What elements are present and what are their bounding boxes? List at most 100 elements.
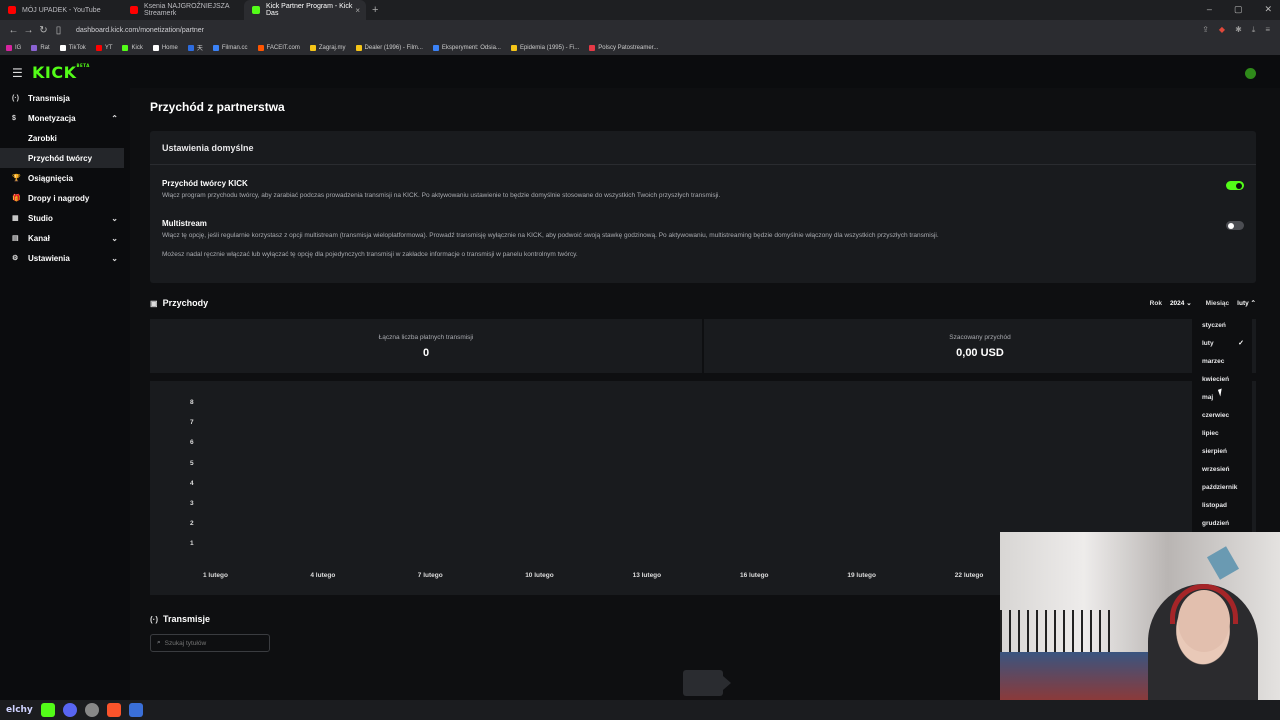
- bookmark-label: Zagraj.my: [318, 44, 346, 51]
- bookmark-item[interactable]: Polscy Patostreamer...: [589, 44, 658, 51]
- download-icon[interactable]: ⤓: [1252, 25, 1256, 35]
- month-option[interactable]: sierpień: [1192, 442, 1252, 460]
- avatar[interactable]: [1245, 68, 1256, 79]
- month-option[interactable]: kwiecień: [1192, 370, 1252, 388]
- back-icon[interactable]: ←: [6, 25, 21, 36]
- share-icon[interactable]: ⇪: [1202, 25, 1209, 35]
- month-option[interactable]: lipiec: [1192, 424, 1252, 442]
- browser-tab-youtube-2[interactable]: Ksenia NAJGROŹNIEJSZA Streamerk: [122, 0, 244, 20]
- bookmark-item[interactable]: IG: [6, 44, 22, 51]
- chevron-down-icon: ⌄: [111, 233, 118, 243]
- month-select[interactable]: luty ⌃: [1237, 299, 1256, 307]
- search-icon: ⌕: [157, 639, 161, 646]
- multistream-toggle[interactable]: [1226, 221, 1244, 230]
- hamburger-menu-icon[interactable]: ☰: [12, 66, 23, 80]
- sidebar-item-zarobki[interactable]: Zarobki: [0, 128, 130, 148]
- bookmark-item[interactable]: Zagraj.my: [309, 44, 346, 51]
- bookmark-label: IG: [15, 44, 22, 51]
- sidebar-item-dropy[interactable]: 🎁 Dropy i nagrody: [0, 188, 130, 208]
- streams-heading-label: Transmisje: [163, 614, 211, 624]
- address-bar[interactable]: dashboard.kick.com/monetization/partner: [76, 27, 204, 34]
- month-option[interactable]: styczeń: [1192, 316, 1252, 334]
- month-option[interactable]: grudzień: [1192, 514, 1252, 532]
- taskbar-logo[interactable]: elchy: [6, 705, 33, 715]
- creator-revenue-toggle[interactable]: [1226, 181, 1244, 190]
- stat-value: 0: [422, 346, 430, 359]
- sidebar-item-osiagniecia[interactable]: 🏆 Osiągnięcia: [0, 168, 130, 188]
- bookmark-favicon-icon: [122, 44, 129, 51]
- month-option[interactable]: luty ✓: [1192, 334, 1252, 352]
- bookmark-item[interactable]: FACEIT.com: [257, 44, 300, 51]
- bookmark-item[interactable]: Epidemia (1995) - Fi...: [510, 44, 580, 51]
- android-icon[interactable]: [40, 703, 55, 717]
- sidebar-item-label: Studio: [28, 213, 53, 223]
- browser-tab-youtube-1[interactable]: MÓJ UPADEK - YouTube: [0, 0, 122, 20]
- bookmark-favicon-icon: [187, 44, 194, 51]
- month-option[interactable]: listopad: [1192, 496, 1252, 514]
- bookmark-item[interactable]: YT: [95, 44, 112, 51]
- window-controls: – ▢ ✕: [1207, 4, 1272, 15]
- month-option[interactable]: czerwiec: [1192, 406, 1252, 424]
- bookmark-label: Epidemia (1995) - Fi...: [519, 44, 580, 51]
- bookmark-item[interactable]: TikTok: [59, 44, 86, 51]
- taskbar: elchy: [0, 700, 1280, 720]
- bookmark-label: FACEIT.com: [266, 44, 300, 51]
- minimize-icon[interactable]: –: [1207, 4, 1212, 15]
- bookmark-label: Eksperyment: Odsia...: [441, 44, 501, 51]
- brave-icon[interactable]: [106, 703, 121, 717]
- month-option-label: kwiecień: [1202, 375, 1230, 383]
- browser-tab-kick[interactable]: Kick Partner Program - Kick Das ×: [244, 0, 366, 20]
- stat-estimated-revenue: Szacowany przychód 0,00 USD: [704, 319, 1256, 373]
- forward-icon[interactable]: →: [21, 25, 36, 36]
- bookmark-item[interactable]: Filman.cc: [212, 44, 248, 51]
- bookmark-page-icon[interactable]: ▯: [51, 25, 66, 36]
- reload-icon[interactable]: ↻: [36, 25, 51, 36]
- discord-icon[interactable]: [62, 703, 77, 717]
- sidebar-item-przychod-tworcy[interactable]: Przychód twórcy: [0, 148, 124, 168]
- sidebar-item-monetyzacja[interactable]: $ Monetyzacja ⌃: [0, 108, 130, 128]
- extensions-icon[interactable]: ✱: [1235, 25, 1242, 35]
- bookmark-item[interactable]: 天: [187, 43, 203, 52]
- card-heading: Ustawienia domyślne: [150, 131, 1256, 165]
- streams-heading: (·) Transmisje: [150, 614, 210, 624]
- sidebar-item-kanal[interactable]: ▤ Kanał ⌄: [0, 228, 130, 248]
- revenue-heading: ▣ Przychody: [150, 298, 208, 308]
- month-value: luty: [1237, 300, 1249, 307]
- sidebar-item-transmisja[interactable]: (·) Transmisja: [0, 88, 130, 108]
- month-option[interactable]: marzec: [1192, 352, 1252, 370]
- month-label: Miesiąc: [1205, 299, 1230, 307]
- close-tab-icon[interactable]: ×: [355, 6, 360, 15]
- bookmark-favicon-icon: [152, 44, 159, 51]
- sidebar-item-ustawienia[interactable]: ⚙ Ustawienia ⌄: [0, 248, 130, 268]
- menu-icon[interactable]: ≡: [1265, 25, 1270, 35]
- bookmark-item[interactable]: Home: [152, 44, 178, 51]
- close-window-icon[interactable]: ✕: [1264, 4, 1272, 15]
- shield-icon[interactable]: ◆: [1219, 25, 1225, 35]
- month-option-label: maj: [1202, 393, 1214, 401]
- month-option-label: luty: [1202, 339, 1214, 347]
- month-option[interactable]: październik: [1192, 478, 1252, 496]
- new-tab-button[interactable]: +: [372, 4, 378, 16]
- x-tick-label: 13 lutego: [632, 572, 662, 579]
- sidebar: (·) Transmisja $ Monetyzacja ⌃ Zarobki P…: [0, 88, 130, 700]
- app-icon[interactable]: [128, 703, 143, 717]
- chrome-icon[interactable]: [84, 703, 99, 717]
- maximize-icon[interactable]: ▢: [1234, 4, 1243, 15]
- y-tick-label: 7: [190, 419, 194, 427]
- bookmark-item[interactable]: Dealer (1996) - Film...: [355, 44, 423, 51]
- month-option[interactable]: wrzesień: [1192, 460, 1252, 478]
- option-description: Włącz program przychodu twórcy, aby zara…: [162, 192, 721, 199]
- sidebar-item-studio[interactable]: ▦ Studio ⌄: [0, 208, 130, 228]
- bookmark-item[interactable]: Rat: [31, 44, 50, 51]
- kick-logo[interactable]: KICKBETA: [32, 63, 90, 82]
- year-select[interactable]: 2024 ⌄: [1170, 299, 1192, 307]
- sidebar-item-label: Transmisja: [28, 93, 70, 103]
- chevron-down-icon: ⌄: [111, 213, 118, 223]
- option-creator-revenue: Przychód twórcy KICK Włącz program przyc…: [162, 179, 720, 199]
- month-option-label: styczeń: [1202, 321, 1226, 329]
- bookmark-label: Rat: [40, 44, 50, 51]
- search-input[interactable]: [164, 639, 261, 647]
- bookmark-item[interactable]: Kick: [122, 44, 143, 51]
- bookmark-item[interactable]: Eksperyment: Odsia...: [432, 44, 501, 51]
- tab-label: Kick Partner Program - Kick Das: [266, 3, 353, 17]
